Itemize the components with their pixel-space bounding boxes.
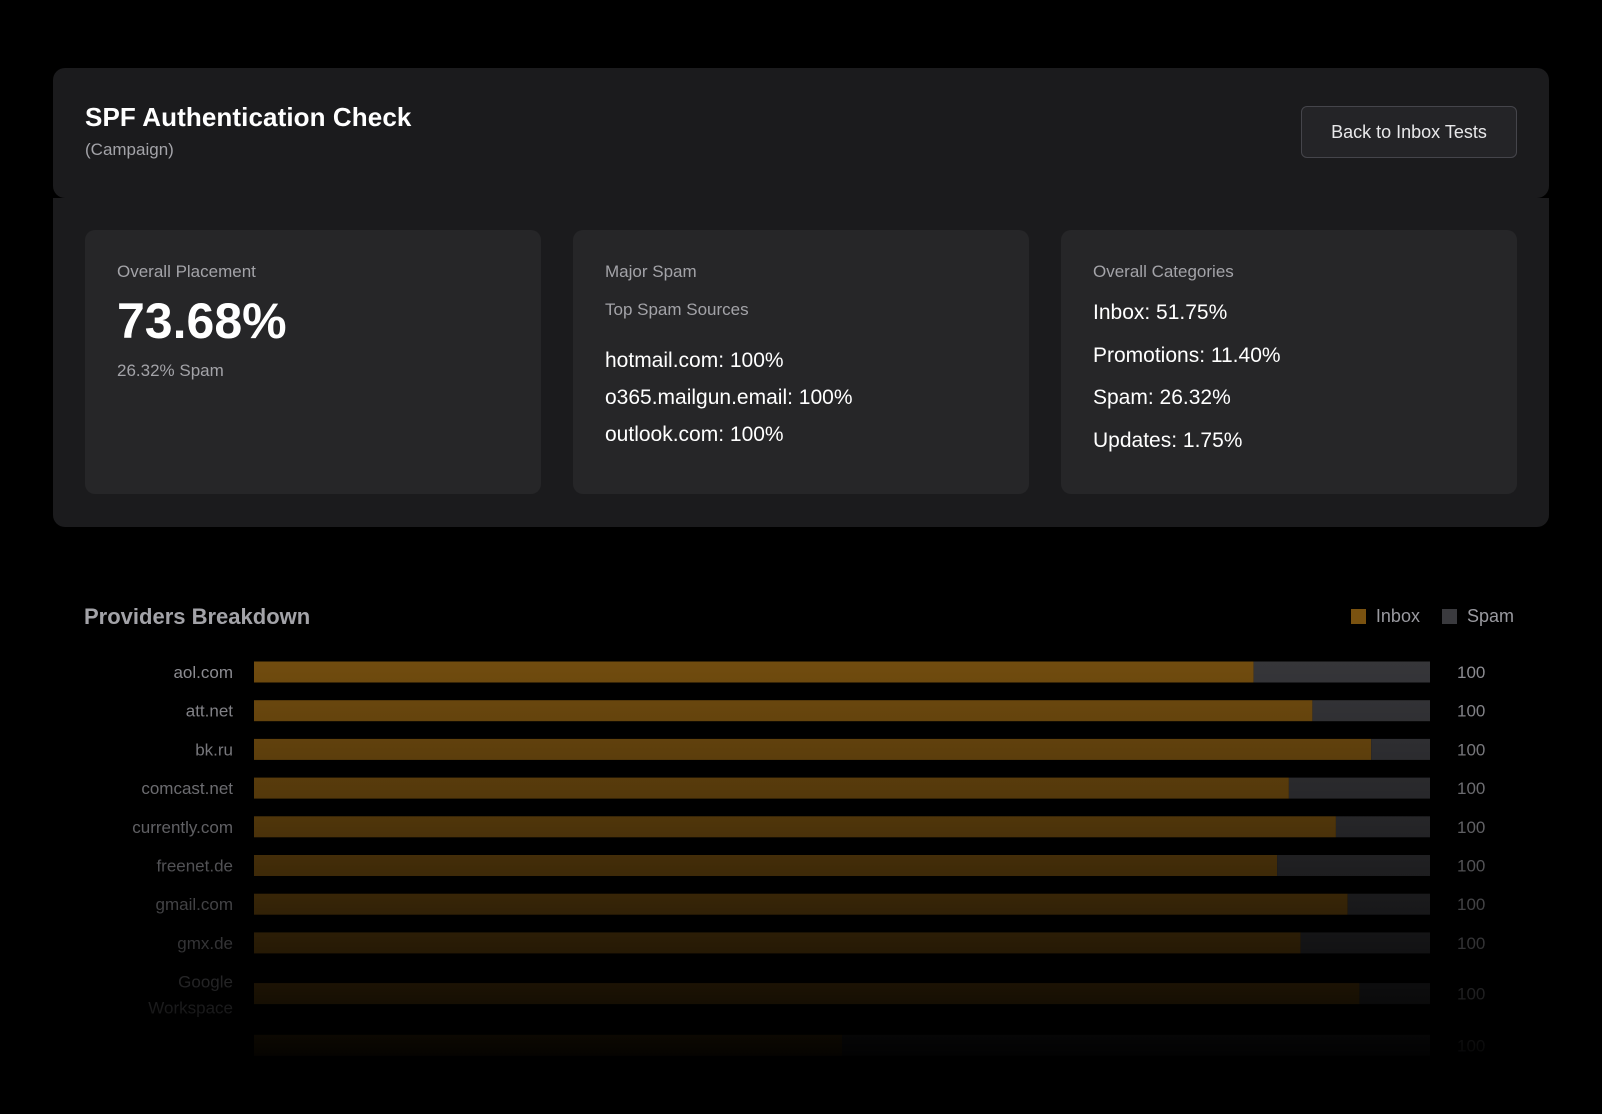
bar-spam[interactable] — [1371, 738, 1430, 760]
provider-label: Workspace — [148, 999, 233, 1018]
bar-spam[interactable] — [1277, 855, 1430, 876]
bar-inbox[interactable] — [254, 816, 1336, 838]
providers-chart: aol.com 100 att.net 100 bk.ru 100 comcast.net 1… — [132, 661, 1485, 1056]
provider-row: gmx.de 100 — [177, 932, 1485, 954]
page: SPF Authentication Check (Campaign) Back… — [0, 0, 1602, 1114]
provider-row: att.net 100 — [186, 700, 1485, 722]
bar-total-label: 100 — [1457, 985, 1485, 1004]
provider-row: aol.com 100 — [173, 661, 1485, 683]
bar-total-label: 100 — [1457, 702, 1485, 721]
bar-inbox[interactable] — [254, 738, 1372, 760]
provider-label: Google — [178, 973, 233, 992]
bar-inbox[interactable] — [254, 893, 1348, 915]
provider-row: bk.ru 100 — [195, 738, 1485, 760]
bar-total-label: 100 — [1457, 779, 1485, 798]
bar-spam[interactable] — [1253, 661, 1430, 683]
provider-row: gmail.com 100 — [156, 893, 1485, 915]
bar-spam[interactable] — [1359, 983, 1430, 1005]
bar-spam[interactable] — [1300, 932, 1430, 954]
bar-spam[interactable] — [1347, 893, 1430, 915]
bar-inbox[interactable] — [254, 932, 1301, 954]
provider-label: gmail.com — [156, 895, 233, 914]
provider-label: freenet.de — [156, 857, 233, 876]
bar-total-label: 100 — [1457, 934, 1485, 953]
bar-inbox[interactable] — [254, 1034, 842, 1056]
bar-inbox[interactable] — [254, 700, 1313, 722]
provider-label: gmx.de — [177, 934, 233, 953]
bar-inbox[interactable] — [254, 777, 1289, 799]
bar-total-label: 100 — [1457, 818, 1485, 837]
provider-label: aol.com — [173, 663, 233, 682]
bar-total-label: 100 — [1457, 895, 1485, 914]
bar-total-label: 100 — [1457, 663, 1485, 682]
providers-chart-wrap: aol.com 100 att.net 100 bk.ru 100 comcast.net 1… — [0, 0, 1602, 1114]
bar-inbox[interactable] — [254, 855, 1278, 876]
provider-row: Google Workspace 100 — [148, 973, 1485, 1018]
bar-inbox[interactable] — [254, 983, 1360, 1005]
bar-spam[interactable] — [1335, 816, 1430, 838]
bar-spam[interactable] — [1312, 700, 1430, 722]
provider-label: currently.com — [132, 818, 233, 837]
provider-label: comcast.net — [141, 779, 233, 798]
bar-total-label: 100 — [1457, 1036, 1485, 1055]
provider-row: currently.com 100 — [132, 816, 1485, 838]
provider-row: freenet.de 100 — [156, 855, 1485, 876]
bar-spam[interactable] — [842, 1034, 1430, 1056]
provider-label: att.net — [186, 702, 234, 721]
provider-row: 100 — [254, 1034, 1485, 1056]
provider-row: comcast.net 100 — [141, 777, 1485, 799]
bar-total-label: 100 — [1457, 857, 1485, 876]
bar-spam[interactable] — [1288, 777, 1430, 799]
bar-inbox[interactable] — [254, 661, 1254, 683]
bar-total-label: 100 — [1457, 740, 1485, 759]
provider-label: bk.ru — [195, 740, 233, 759]
